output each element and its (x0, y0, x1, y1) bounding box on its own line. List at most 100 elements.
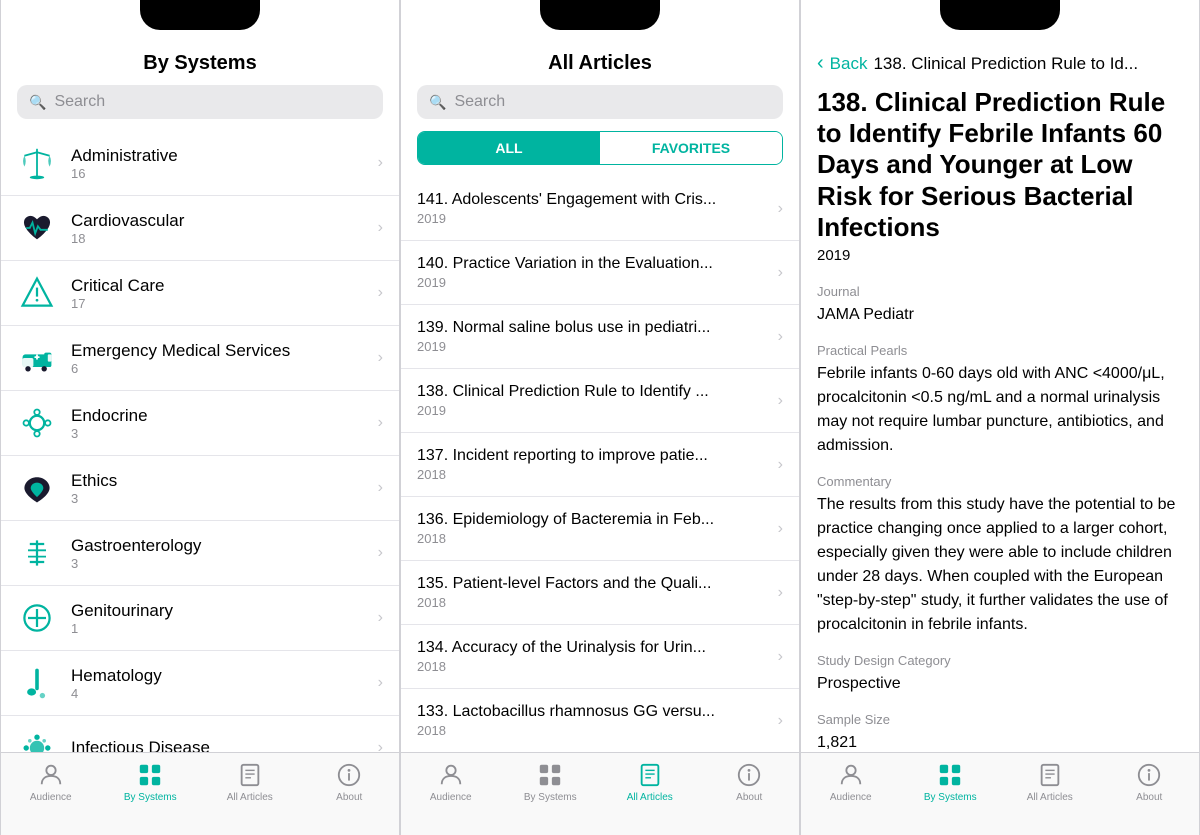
list-item[interactable]: Genitourinary 1 › (1, 586, 399, 651)
tab-about-3[interactable]: About (1119, 761, 1179, 803)
search-bar-1[interactable]: 🔍 Search (17, 85, 383, 119)
item-name: Cardiovascular (71, 211, 364, 231)
chevron-icon: › (778, 648, 783, 666)
item-count: 17 (71, 296, 364, 311)
tab-audience-2[interactable]: Audience (421, 761, 481, 803)
item-text: Endocrine 3 (71, 406, 364, 441)
article-text: 137. Incident reporting to improve patie… (417, 447, 768, 482)
article-item[interactable]: 138. Clinical Prediction Rule to Identif… (401, 369, 799, 433)
article-item[interactable]: 133. Lactobacillus rhamnosus GG versu...… (401, 689, 799, 752)
about-tab-icon-2 (735, 761, 763, 789)
list-item[interactable]: Hematology 4 › (1, 651, 399, 716)
tab-label-about-3: About (1136, 792, 1162, 803)
list-item[interactable]: Cardiovascular 18 › (1, 196, 399, 261)
back-button[interactable]: Back (830, 54, 868, 74)
article-item[interactable]: 141. Adolescents' Engagement with Cris..… (401, 177, 799, 241)
tab-label-allarticles-2: All Articles (627, 792, 673, 803)
article-item[interactable]: 136. Epidemiology of Bacteremia in Feb..… (401, 497, 799, 561)
chevron-icon: › (778, 712, 783, 730)
item-text: Critical Care 17 (71, 276, 364, 311)
item-count: 1 (71, 621, 364, 636)
list-item[interactable]: Ethics 3 › (1, 456, 399, 521)
search-bar-2[interactable]: 🔍 Search (417, 85, 783, 119)
chevron-icon: › (778, 456, 783, 474)
tab-bar-1: Audience By Systems (1, 752, 399, 835)
item-name: Endocrine (71, 406, 364, 426)
article-title: 136. Epidemiology of Bacteremia in Feb..… (417, 511, 768, 529)
article-item[interactable]: 134. Accuracy of the Urinalysis for Urin… (401, 625, 799, 689)
hematology-icon (17, 663, 57, 703)
list-item[interactable]: Endocrine 3 › (1, 391, 399, 456)
article-year: 2018 (417, 467, 768, 482)
item-text: Genitourinary 1 (71, 601, 364, 636)
item-count: 18 (71, 231, 364, 246)
tab-label-audience-1: Audience (30, 792, 72, 803)
about-tab-icon-1 (335, 761, 363, 789)
chevron-icon: › (378, 609, 383, 627)
segment-control: ALL FAVORITES (417, 131, 783, 165)
article-item[interactable]: 137. Incident reporting to improve patie… (401, 433, 799, 497)
allarticles-tab-icon-2 (636, 761, 664, 789)
notch-2 (540, 0, 660, 30)
chevron-icon: › (778, 584, 783, 602)
list-item[interactable]: Infectious Disease › (1, 716, 399, 752)
article-text: 136. Epidemiology of Bacteremia in Feb..… (417, 511, 768, 546)
chevron-icon: › (378, 739, 383, 752)
chevron-icon: › (778, 328, 783, 346)
item-count: 3 (71, 556, 364, 571)
chevron-icon: › (378, 154, 383, 172)
article-year: 2018 (417, 723, 768, 738)
tab-bysystems-2[interactable]: By Systems (520, 761, 580, 803)
chevron-icon: › (778, 200, 783, 218)
tab-about-1[interactable]: About (319, 761, 379, 803)
item-text: Cardiovascular 18 (71, 211, 364, 246)
item-name: Emergency Medical Services (71, 341, 364, 361)
article-item[interactable]: 140. Practice Variation in the Evaluatio… (401, 241, 799, 305)
article-title: 139. Normal saline bolus use in pediatri… (417, 319, 768, 337)
item-name: Hematology (71, 666, 364, 686)
item-name: Ethics (71, 471, 364, 491)
tab-allarticles-1[interactable]: All Articles (220, 761, 280, 803)
tab-label-audience-3: Audience (830, 792, 872, 803)
article-text: 141. Adolescents' Engagement with Cris..… (417, 191, 768, 226)
endocrine-icon (17, 403, 57, 443)
article-item[interactable]: 139. Normal saline bolus use in pediatri… (401, 305, 799, 369)
article-text: 139. Normal saline bolus use in pediatri… (417, 319, 768, 354)
item-name: Genitourinary (71, 601, 364, 621)
item-text: Gastroenterology 3 (71, 536, 364, 571)
tab-audience-1[interactable]: Audience (21, 761, 81, 803)
search-icon-2: 🔍 (429, 94, 446, 111)
tab-allarticles-2[interactable]: All Articles (620, 761, 680, 803)
search-icon-1: 🔍 (29, 94, 46, 111)
audience-tab-icon-1 (37, 761, 65, 789)
segment-favorites[interactable]: FAVORITES (600, 132, 782, 164)
pearls-label: Practical Pearls (817, 343, 1183, 358)
list-item[interactable]: Emergency Medical Services 6 › (1, 326, 399, 391)
tab-label-about-1: About (336, 792, 362, 803)
article-title: 135. Patient-level Factors and the Quali… (417, 575, 768, 593)
chevron-icon: › (778, 392, 783, 410)
page-title-1: By Systems (17, 52, 383, 85)
infectious-disease-icon (17, 728, 57, 752)
article-year: 2019 (417, 211, 768, 226)
article-item[interactable]: 135. Patient-level Factors and the Quali… (401, 561, 799, 625)
article-year: 2019 (417, 339, 768, 354)
tab-audience-3[interactable]: Audience (821, 761, 881, 803)
tab-allarticles-3[interactable]: All Articles (1020, 761, 1080, 803)
list-item[interactable]: Critical Care 17 › (1, 261, 399, 326)
article-title: 133. Lactobacillus rhamnosus GG versu... (417, 703, 768, 721)
ems-icon (17, 338, 57, 378)
list-item[interactable]: Gastroenterology 3 › (1, 521, 399, 586)
item-count: 3 (71, 426, 364, 441)
article-year: 2018 (417, 659, 768, 674)
category-list: Administrative 16 › Cardiovascular 18 › (1, 131, 399, 752)
list-item[interactable]: Administrative 16 › (1, 131, 399, 196)
ethics-icon (17, 468, 57, 508)
segment-all[interactable]: ALL (418, 132, 600, 164)
tab-bysystems-1[interactable]: By Systems (120, 761, 180, 803)
tab-about-2[interactable]: About (719, 761, 779, 803)
tab-bysystems-3[interactable]: By Systems (920, 761, 980, 803)
status-bar-3 (801, 0, 1199, 44)
item-count: 16 (71, 166, 364, 181)
article-text: 133. Lactobacillus rhamnosus GG versu...… (417, 703, 768, 738)
